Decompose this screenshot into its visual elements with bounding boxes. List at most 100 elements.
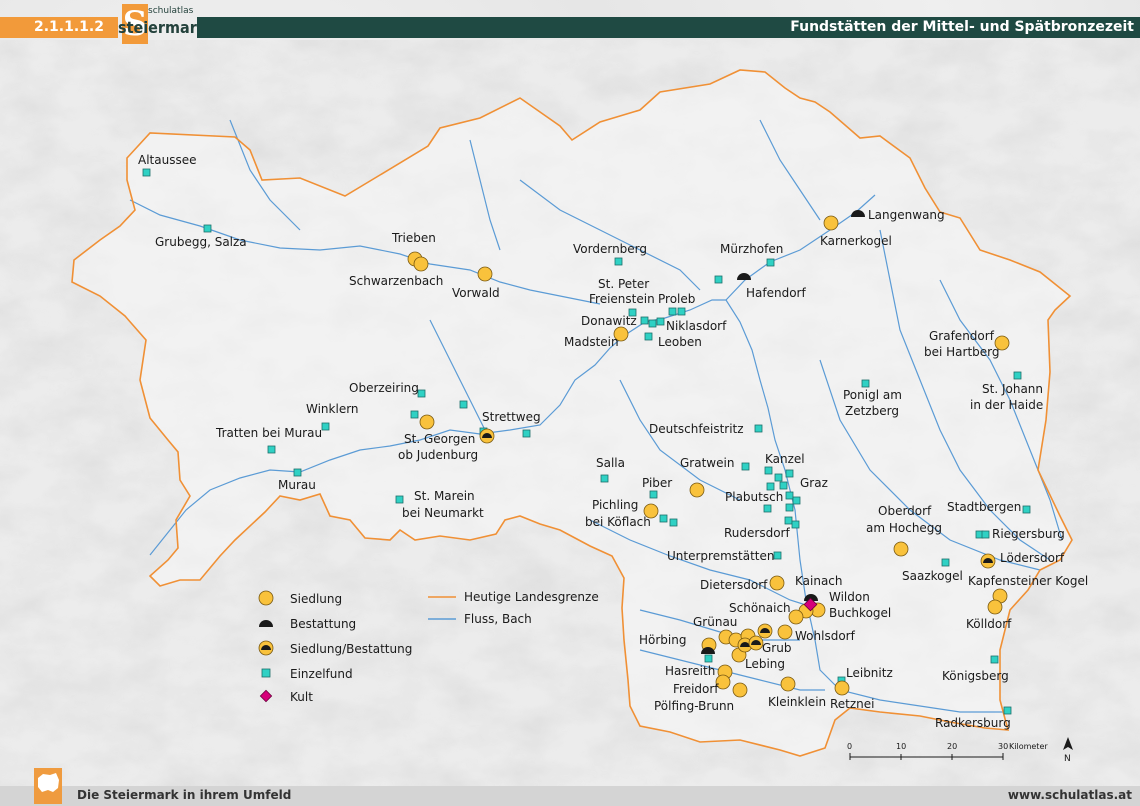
label-vorwald: Vorwald: [452, 286, 500, 300]
label-oberzeiring: Oberzeiring: [349, 381, 419, 395]
label-karnerkogel: Karnerkogel: [820, 234, 892, 248]
marker-strettweg-1: [459, 400, 468, 409]
legend-siedlung-bestattung-label: Siedlung/Bestattung: [290, 642, 412, 656]
label-murau: Murau: [278, 478, 316, 492]
label-hasreith: Hasreith: [665, 664, 715, 678]
marker-donawitz-1: [640, 316, 649, 325]
label-leoben: Leoben: [658, 335, 702, 349]
label-pichling2: bei Köflach: [585, 515, 651, 529]
label-stpeter: St. Peter: [598, 277, 649, 291]
marker-koelldorf: [987, 599, 1003, 615]
marker-koenigsberg: [990, 655, 999, 664]
scale-tick-10: 10: [896, 742, 906, 751]
marker-muerzhofen: [766, 258, 775, 267]
label-hoerbing: Hörbing: [639, 633, 686, 647]
marker-tratten: [321, 422, 330, 431]
marker-graz-5: [785, 503, 794, 512]
label-rudersdorf: Rudersdorf: [724, 526, 790, 540]
label-muerzhofen: Mürzhofen: [720, 242, 783, 256]
label-hafendorf: Hafendorf: [746, 286, 806, 300]
scale-tick-30: 30: [998, 742, 1008, 751]
marker-leoben: [644, 332, 653, 341]
label-leibnitz: Leibnitz: [846, 666, 893, 680]
label-freienstein: Freienstein: [589, 292, 655, 306]
marker-vorwald: [477, 266, 493, 282]
label-dietersdorf: Dietersdorf: [700, 578, 768, 592]
label-kapfensteiner: Kapfensteiner Kogel: [968, 574, 1088, 588]
label-freidorf: Freidorf: [673, 682, 719, 696]
marker-kanzel-2: [774, 473, 783, 482]
marker-radkersburg: [1003, 706, 1012, 715]
marker-graz-2: [779, 481, 788, 490]
label-kanzel: Kanzel: [765, 452, 805, 466]
marker-wohlsdorf: [777, 624, 793, 640]
marker-retznei: [834, 680, 850, 696]
marker-plabutsch: [763, 504, 772, 513]
marker-grub-sb: [757, 623, 773, 639]
map-stage: Altaussee Grubegg, Salza Trieben Schwarz…: [0, 0, 1140, 806]
footer-section-title: Die Steiermark in ihrem Umfeld: [77, 788, 292, 802]
label-stmarein1: St. Marein: [414, 489, 475, 503]
label-vordernberg: Vordernberg: [573, 242, 647, 256]
label-langenwang: Langenwang: [868, 208, 945, 222]
marker-rudersdorf-2: [791, 520, 800, 529]
legend-einzelfund-symbol: [261, 668, 271, 678]
marker-schoenaich-1: [788, 609, 804, 625]
marker-gratwein: [741, 462, 750, 471]
marker-proleb: [668, 307, 677, 316]
marker-oberdorf: [893, 541, 909, 557]
logo-small-text: schulatlas: [148, 6, 194, 16]
marker-murau-2: [293, 468, 302, 477]
label-schoenaich: Schönaich: [729, 601, 791, 615]
marker-pichling-1: [659, 514, 668, 523]
label-radkersburg: Radkersburg: [935, 716, 1011, 730]
marker-altaussee: [142, 168, 151, 177]
legend-siedlung-bestattung-symbol: [258, 640, 274, 656]
marker-kanzel-1: [764, 466, 773, 475]
label-loedersdorf: Lödersdorf: [1000, 551, 1065, 565]
marker-vordernberg: [614, 257, 623, 266]
scale-tick-20: 20: [947, 742, 957, 751]
label-trieben: Trieben: [391, 231, 436, 245]
label-stgeorgen1: St. Georgen: [404, 432, 475, 446]
marker-loedersdorf: [980, 553, 996, 569]
marker-proleb-2: [677, 307, 686, 316]
label-grafendorf2: bei Hartberg: [924, 345, 1000, 359]
marker-stmarein: [395, 495, 404, 504]
label-salla: Salla: [596, 456, 625, 470]
marker-hafendorf-find: [714, 275, 723, 284]
label-oberdorf2: am Hochegg: [866, 521, 942, 535]
legend-siedlung-label: Siedlung: [290, 592, 342, 606]
label-ponigl2: Zetzberg: [845, 404, 899, 418]
marker-graz-3: [785, 491, 794, 500]
label-kainach: Kainach: [795, 574, 843, 588]
label-koelldorf: Kölldorf: [966, 617, 1012, 631]
marker-hoerbing: [704, 654, 713, 663]
map-title: Fundstätten der Mittel- und Spätbronzeze…: [197, 17, 1140, 38]
marker-schwarzenbach: [413, 256, 429, 272]
label-madstein: Madstein: [564, 335, 619, 349]
marker-dietersdorf: [769, 575, 785, 591]
map-canvas: Altaussee Grubegg, Salza Trieben Schwarz…: [0, 40, 1140, 786]
footer-url-link[interactable]: www.schulatlas.at: [1008, 788, 1132, 802]
marker-rudersdorf-1: [784, 516, 793, 525]
scale-unit: Kilometer: [1009, 742, 1048, 751]
legend-landesgrenze-label: Heutige Landesgrenze: [464, 590, 599, 604]
marker-stjohann: [1013, 371, 1022, 380]
chapter-code: 2.1.1.1.2: [0, 17, 118, 38]
label-stgeorgen2: ob Judenburg: [398, 448, 478, 462]
marker-deutschfeistritz: [754, 424, 763, 433]
label-gratwein: Gratwein: [680, 456, 734, 470]
label-tratten: Tratten bei Murau: [215, 426, 322, 440]
marker-oberzeiring: [417, 389, 426, 398]
label-kleinklein: Kleinklein: [768, 695, 826, 709]
marker-winklern: [410, 410, 419, 419]
label-wildon: Wildon: [829, 590, 870, 604]
label-stadtbergen: Stadtbergen: [947, 500, 1021, 514]
label-niklasdorf: Niklasdorf: [666, 319, 727, 333]
legend-siedlung-symbol: [258, 590, 274, 606]
label-saazkogel: Saazkogel: [902, 569, 963, 583]
marker-murau-1: [267, 445, 276, 454]
label-gruenau: Grünau: [693, 615, 737, 629]
marker-grubegg: [203, 224, 212, 233]
